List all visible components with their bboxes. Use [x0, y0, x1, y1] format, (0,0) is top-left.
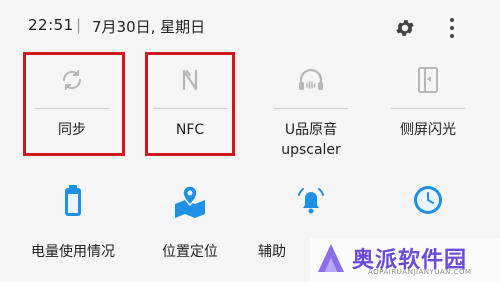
headphones-icon	[299, 68, 323, 90]
tile-label: U品原音	[284, 122, 338, 138]
tile-edge-lighting[interactable]: 侧屏闪光	[383, 60, 473, 160]
location-map-icon	[175, 185, 205, 218]
tile-label: 侧屏闪光	[400, 122, 456, 138]
tile-battery-usage[interactable]: 电量使用情况	[18, 182, 128, 262]
tile-divider	[274, 108, 348, 109]
tile-uhq-upscaler[interactable]: U品原音 upscaler	[266, 60, 356, 160]
watermark: 奥派软件园 AOPAIRUANJIANYUAN.COM	[310, 238, 500, 282]
time-date-separator: |	[76, 16, 82, 34]
watermark-url: AOPAIRUANJIANYUAN.COM	[368, 268, 472, 276]
highlight-box-nfc	[145, 52, 235, 156]
status-bar: 22:51 | 7月30日, 星期日	[0, 0, 500, 56]
tile-sublabel: upscaler	[281, 142, 341, 158]
bell-icon	[298, 188, 324, 214]
edge-flash-icon	[418, 67, 438, 93]
date-text[interactable]: 7月30日, 星期日	[92, 16, 205, 37]
tile-label: 电量使用情况	[31, 244, 115, 260]
tile-label: 位置定位	[162, 244, 218, 260]
tile-location[interactable]: 位置定位	[145, 182, 235, 262]
highlight-box-sync	[23, 52, 125, 156]
brand-logo-icon	[318, 244, 344, 272]
more-options-icon[interactable]	[447, 17, 457, 39]
battery-icon	[65, 185, 81, 216]
tile-divider	[391, 108, 465, 109]
gear-icon[interactable]	[394, 17, 416, 39]
clock-icon	[414, 186, 442, 214]
clock-time: 22:51	[28, 16, 74, 34]
